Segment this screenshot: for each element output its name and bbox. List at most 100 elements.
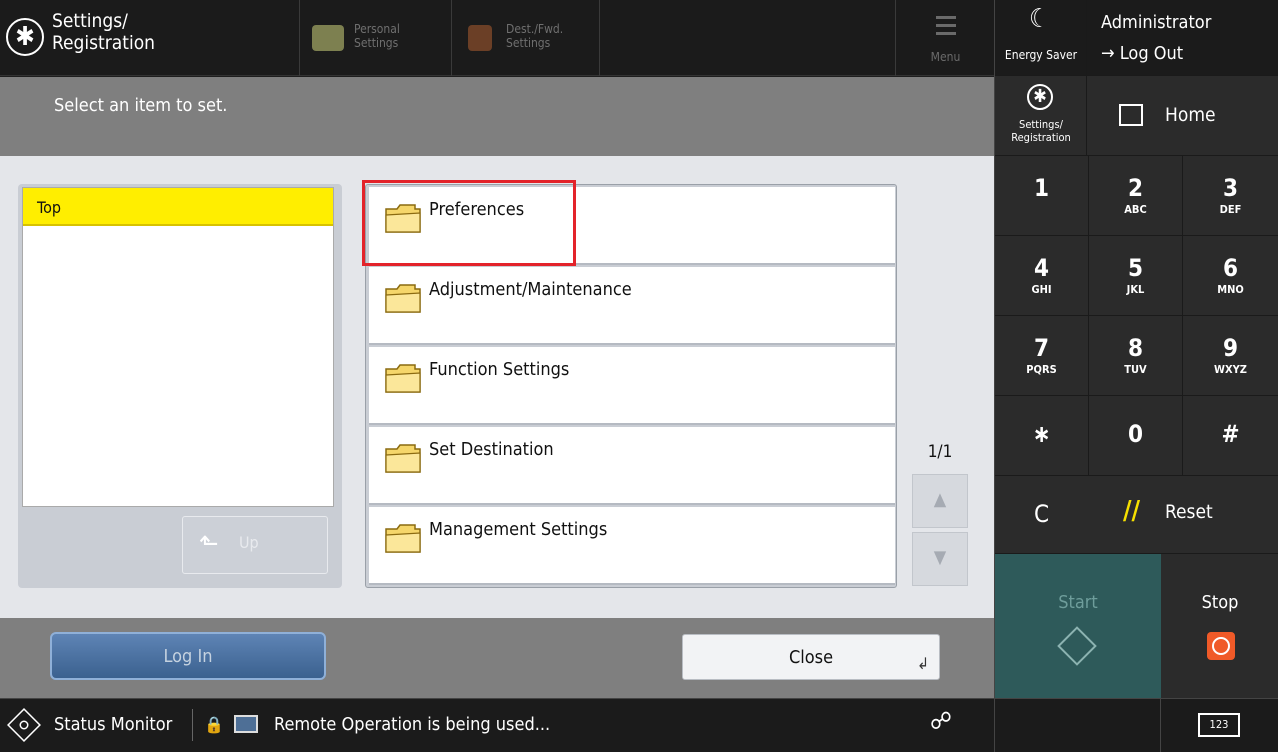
start-label: Start: [1058, 592, 1098, 613]
key-digit: 9: [1222, 334, 1239, 362]
key-3[interactable]: 3 DEF: [1183, 156, 1278, 236]
app-title: Settings/ Registration: [52, 10, 155, 54]
hash-icon: #: [1221, 420, 1240, 448]
key-digit: 0: [1127, 420, 1144, 448]
dest-fwd-settings-tab[interactable]: Dest./Fwd. Settings: [452, 0, 600, 76]
menu-icon: [936, 16, 956, 40]
settings-registration-button[interactable]: ✱ Settings/ Registration: [995, 76, 1087, 156]
settings-registration-icon: ✱: [1027, 84, 1053, 110]
key-digit: 5: [1127, 254, 1144, 282]
instruction-text: Select an item to set.: [54, 95, 228, 116]
moon-icon: ☾: [1029, 4, 1050, 34]
folder-icon: [385, 524, 421, 553]
lock-icon: 🔒: [204, 715, 224, 734]
key-letters: GHI: [1031, 283, 1052, 296]
personal-settings-label: Personal Settings: [354, 22, 400, 50]
key-2[interactable]: 2 ABC: [1089, 156, 1183, 236]
address-book-icon: [468, 25, 492, 51]
key-digit: 4: [1033, 254, 1050, 282]
user-name: Administrator: [1101, 12, 1212, 33]
scroll-up-button[interactable]: ▲: [912, 474, 968, 528]
key-star[interactable]: ∗: [995, 396, 1089, 476]
list-item-set-destination[interactable]: Set Destination: [369, 427, 895, 505]
log-out-button[interactable]: → Log Out: [1101, 43, 1183, 64]
start-key[interactable]: Start: [995, 554, 1161, 698]
key-digit: 1: [1033, 174, 1050, 202]
status-monitor-icon[interactable]: [7, 708, 41, 742]
close-label: Close: [788, 647, 834, 668]
key-letters: DEF: [1219, 203, 1242, 216]
numeric-keyboard-icon[interactable]: 123: [1198, 713, 1240, 737]
key-letters: WXYZ: [1214, 363, 1247, 376]
energy-saver-label: Energy Saver: [1004, 48, 1078, 62]
key-7[interactable]: 7 PQRS: [995, 316, 1089, 396]
remote-screen-icon: [234, 715, 258, 733]
item-label: Adjustment/Maintenance: [429, 279, 632, 300]
divider: [192, 709, 193, 741]
key-letters: TUV: [1124, 363, 1147, 376]
divider: [994, 699, 995, 752]
key-digit: 6: [1222, 254, 1239, 282]
reset-icon: //: [1123, 496, 1141, 526]
folder-icon: [385, 364, 421, 393]
menu-button[interactable]: Menu: [895, 0, 994, 76]
status-bar: Status Monitor 🔒 Remote Operation is bei…: [0, 698, 1278, 752]
status-message: Remote Operation is being used...: [274, 714, 551, 735]
divider: [1160, 699, 1161, 752]
up-label: Up: [239, 533, 259, 552]
scroll-down-button[interactable]: ▼: [912, 532, 968, 586]
key-hash[interactable]: #: [1183, 396, 1278, 476]
key-0[interactable]: 0: [1089, 396, 1183, 476]
top-bar: ✱ Settings/ Registration Personal Settin…: [0, 0, 994, 76]
personal-settings-icon: [312, 25, 344, 51]
reset-label: Reset: [1165, 501, 1213, 523]
up-arrow-icon: ⬑: [199, 529, 219, 559]
reset-key[interactable]: // Reset: [1087, 476, 1278, 554]
up-button[interactable]: ⬑ Up: [182, 516, 328, 574]
tree-panel: Top ⬑ Up: [18, 184, 342, 588]
settings-registration-tab[interactable]: ✱ Settings/ Registration: [0, 0, 300, 76]
home-label: Home: [1165, 104, 1216, 126]
list-item-adjustment-maintenance[interactable]: Adjustment/Maintenance: [369, 267, 895, 345]
key-digit: 7: [1033, 334, 1050, 362]
page-indicator: 1/1: [927, 442, 953, 462]
home-icon: [1119, 104, 1143, 126]
remote-operation-icon[interactable]: ☍: [930, 707, 952, 735]
log-in-label: Log In: [163, 646, 213, 667]
clear-key[interactable]: C: [995, 476, 1089, 554]
stop-key[interactable]: Stop: [1161, 554, 1278, 698]
list-item-function-settings[interactable]: Function Settings: [369, 347, 895, 425]
return-icon: ↲: [916, 654, 929, 673]
menu-label: Menu: [930, 50, 961, 64]
log-in-button[interactable]: Log In: [50, 632, 326, 680]
selection-highlight-box: [362, 180, 576, 266]
item-label: Set Destination: [429, 439, 554, 460]
settings-registration-icon: ✱: [6, 18, 44, 56]
tree-list: Top: [22, 187, 334, 507]
tree-item-top[interactable]: Top: [23, 188, 333, 226]
key-9[interactable]: 9 WXYZ: [1183, 316, 1278, 396]
key-1[interactable]: 1: [995, 156, 1089, 236]
key-digit: 3: [1222, 174, 1239, 202]
personal-settings-tab[interactable]: Personal Settings: [300, 0, 452, 76]
key-6[interactable]: 6 MNO: [1183, 236, 1278, 316]
key-letters: PQRS: [1026, 363, 1057, 376]
key-4[interactable]: 4 GHI: [995, 236, 1089, 316]
item-label: Function Settings: [429, 359, 570, 380]
key-letters: ABC: [1124, 203, 1147, 216]
key-8[interactable]: 8 TUV: [1089, 316, 1183, 396]
message-bar: Select an item to set.: [0, 77, 994, 156]
close-button[interactable]: Close ↲: [682, 634, 940, 680]
folder-icon: [385, 444, 421, 473]
energy-saver-button[interactable]: ☾ Energy Saver: [995, 0, 1087, 76]
status-monitor-button[interactable]: Status Monitor: [54, 714, 172, 735]
stop-label: Stop: [1201, 592, 1239, 613]
home-button[interactable]: Home: [1087, 76, 1278, 156]
list-item-management-settings[interactable]: Management Settings: [369, 507, 895, 585]
key-digit: 2: [1127, 174, 1144, 202]
user-panel: Administrator → Log Out: [1087, 0, 1278, 76]
key-letters: MNO: [1217, 283, 1244, 296]
key-digit: 8: [1127, 334, 1144, 362]
key-letters: JKL: [1126, 283, 1145, 296]
key-5[interactable]: 5 JKL: [1089, 236, 1183, 316]
